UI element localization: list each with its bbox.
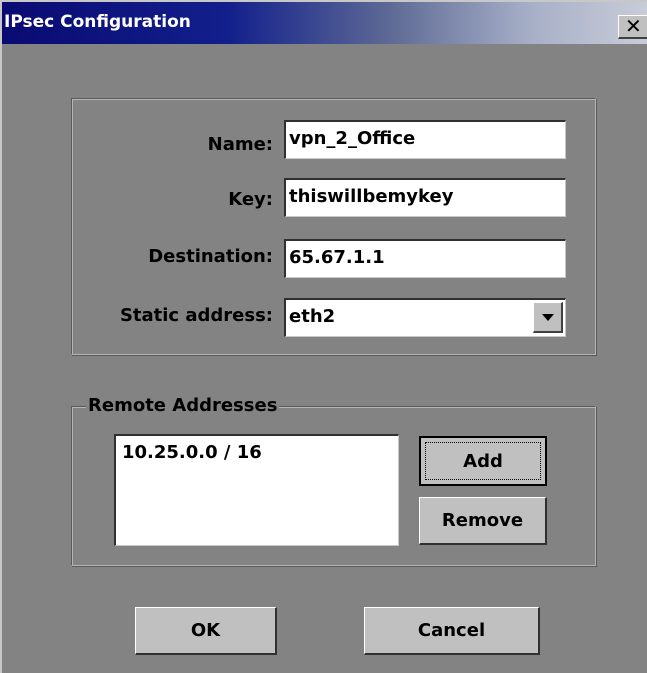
destination-field[interactable]: 65.67.1.1 — [284, 239, 566, 278]
close-icon: ✕ — [625, 14, 642, 38]
remote-addresses-legend: Remote Addresses — [86, 395, 280, 416]
key-label: Key: — [228, 189, 273, 210]
focus-ring — [425, 442, 541, 480]
cancel-button-label: Cancel — [417, 620, 486, 641]
cancel-button[interactable]: Cancel — [364, 607, 540, 655]
remove-button-label: Remove — [441, 510, 524, 531]
close-button[interactable]: ✕ — [618, 15, 647, 39]
key-field[interactable]: thiswillbemykey — [284, 178, 566, 217]
remote-addresses-list[interactable]: 10.25.0.0 / 16 — [114, 434, 399, 546]
destination-label: Destination: — [148, 246, 273, 267]
add-button[interactable]: Add — [419, 436, 547, 486]
window-title: IPsec Configuration — [4, 12, 191, 32]
title-bar[interactable]: IPsec Configuration ✕ — [2, 2, 647, 44]
ok-button[interactable]: OK — [135, 607, 277, 655]
name-label: Name: — [207, 134, 273, 155]
name-field[interactable]: vpn_2_Office — [284, 120, 566, 159]
ok-button-label: OK — [190, 620, 221, 641]
chevron-down-icon[interactable] — [533, 302, 563, 333]
list-item[interactable]: 10.25.0.0 / 16 — [122, 442, 398, 463]
static-address-value: eth2 — [289, 306, 336, 327]
static-address-label: Static address: — [119, 305, 273, 326]
static-address-select[interactable]: eth2 — [284, 298, 566, 337]
remove-button[interactable]: Remove — [419, 497, 547, 545]
ipsec-config-dialog: IPsec Configuration ✕ Name: vpn_2_Office… — [0, 0, 647, 673]
